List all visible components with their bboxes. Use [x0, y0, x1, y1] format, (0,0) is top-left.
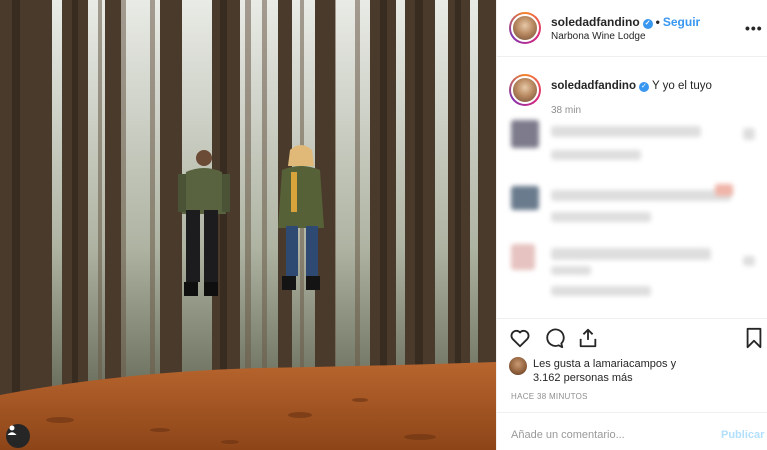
redacted-line	[715, 184, 733, 196]
author-username[interactable]: soledadfandino	[551, 15, 640, 29]
redacted-line	[743, 256, 755, 266]
follow-button[interactable]: Seguir	[663, 15, 700, 29]
redacted-avatar	[511, 244, 535, 270]
heart-icon[interactable]	[509, 327, 531, 349]
redacted-line	[551, 286, 651, 296]
forest-scene	[0, 0, 496, 450]
redacted-line	[551, 150, 641, 160]
post-location[interactable]: Narbona Wine Lodge	[551, 31, 646, 42]
speech-bubble-icon[interactable]	[543, 327, 565, 349]
post-header: soledadfandino ✓ • Seguir Narbona Wine Lodg…	[497, 0, 767, 57]
caption-author[interactable]: soledadfandino	[551, 80, 636, 92]
redacted-line	[551, 212, 651, 222]
user-tag-icon[interactable]	[6, 424, 30, 448]
add-comment-bar: Añade un comentario... Publicar	[497, 412, 767, 450]
separator-dot: •	[655, 15, 660, 29]
bookmark-icon[interactable]	[743, 327, 765, 349]
redacted-line	[551, 266, 591, 275]
comment-input[interactable]: Añade un comentario...	[511, 429, 625, 441]
verified-badge-icon: ✓	[638, 82, 649, 92]
redacted-line	[551, 248, 711, 260]
post-timestamp[interactable]: HACE 38 MINUTOS	[511, 392, 588, 401]
more-options-button[interactable]: •••	[745, 20, 763, 36]
redacted-line	[551, 190, 731, 201]
caption-author-avatar[interactable]	[509, 74, 541, 106]
redacted-avatar	[511, 120, 539, 148]
redacted-line	[743, 128, 755, 140]
caption-time: 38 min	[551, 105, 582, 116]
redacted-line	[551, 126, 701, 137]
likes-line-1[interactable]: Les gusta a lamariacampos y	[533, 358, 676, 370]
publish-button[interactable]: Publicar	[721, 429, 764, 441]
post-photo[interactable]	[0, 0, 496, 450]
actions-divider	[497, 318, 767, 319]
redacted-avatar	[511, 186, 539, 210]
likes-line-2[interactable]: 3.162 personas más	[533, 372, 633, 384]
caption-line: soledadfandino ✓ Y yo el tuyo	[551, 80, 712, 92]
share-icon[interactable]	[577, 327, 599, 349]
verified-badge-icon: ✓	[642, 19, 653, 29]
author-avatar[interactable]	[509, 12, 541, 44]
author-line: soledadfandino ✓ • Seguir	[551, 15, 700, 29]
caption-text: Y yo el tuyo	[651, 80, 712, 92]
liker-avatar[interactable]	[509, 357, 527, 375]
post-side-panel: soledadfandino ✓ • Seguir Narbona Wine Lodg…	[496, 0, 767, 450]
